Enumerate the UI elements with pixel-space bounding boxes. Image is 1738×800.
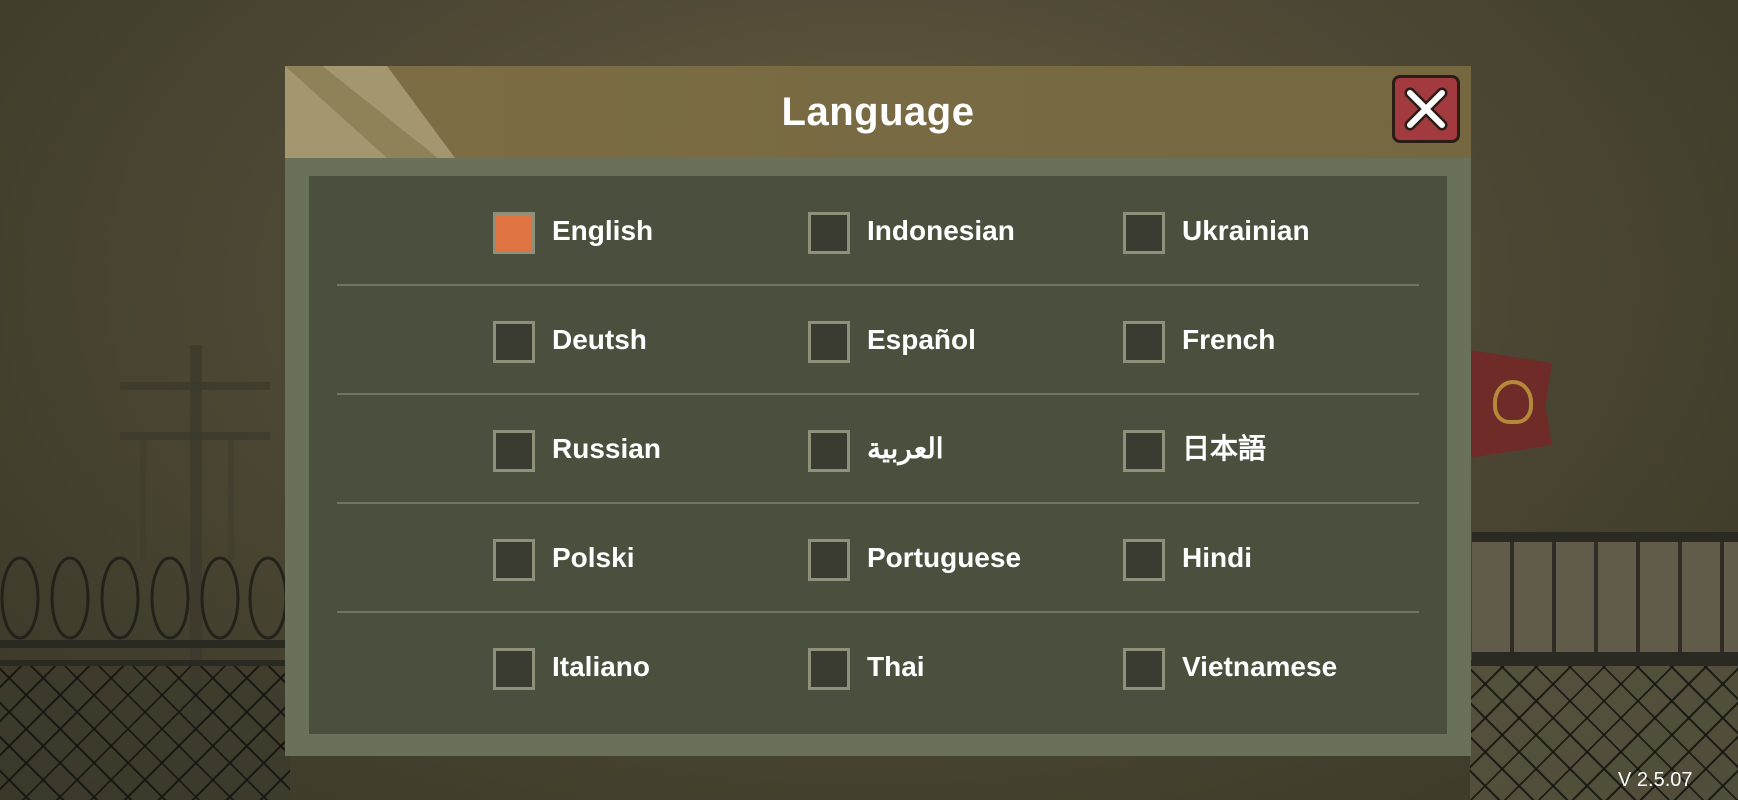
checkbox[interactable] bbox=[808, 648, 850, 690]
language-option[interactable]: 日本語 bbox=[1123, 394, 1423, 503]
language-dialog: Language English Indonesian Ukrainian Deuts… bbox=[285, 66, 1471, 756]
checkbox[interactable] bbox=[808, 212, 850, 254]
language-label: Polski bbox=[552, 542, 635, 573]
language-option[interactable]: Russian bbox=[493, 394, 793, 503]
checkbox[interactable] bbox=[493, 321, 535, 363]
wooden-wall-right bbox=[1472, 532, 1738, 662]
close-button[interactable] bbox=[1392, 75, 1460, 143]
banner-emblem-icon bbox=[1493, 380, 1533, 424]
language-label: Russian bbox=[552, 433, 661, 464]
language-label: Thai bbox=[867, 651, 925, 682]
checkbox[interactable] bbox=[1123, 539, 1165, 581]
dialog-body-frame: English Indonesian Ukrainian Deutsh Español F… bbox=[285, 158, 1471, 756]
language-label: Deutsh bbox=[552, 324, 647, 355]
language-option[interactable]: Deutsh bbox=[493, 285, 793, 394]
language-option[interactable]: Polski bbox=[493, 503, 793, 612]
dialog-header: Language bbox=[285, 66, 1471, 158]
language-row: Deutsh Español French bbox=[337, 285, 1419, 394]
language-label: Italiano bbox=[552, 651, 651, 682]
language-label: Vietnamese bbox=[1182, 651, 1338, 682]
language-label: العربية bbox=[867, 433, 944, 464]
dialog-title: Language bbox=[781, 90, 975, 134]
language-option[interactable]: Español bbox=[808, 285, 1108, 394]
checkbox[interactable] bbox=[1123, 430, 1165, 472]
language-option[interactable]: Italiano bbox=[493, 612, 793, 721]
checkbox[interactable] bbox=[1123, 212, 1165, 254]
checkbox[interactable] bbox=[493, 539, 535, 581]
checkbox[interactable] bbox=[808, 321, 850, 363]
game-screen: Language English Indonesian Ukrainian Deuts… bbox=[0, 0, 1738, 800]
language-row: Russian العربية 日本語 bbox=[337, 394, 1419, 503]
checkbox[interactable] bbox=[493, 648, 535, 690]
checkbox[interactable] bbox=[1123, 321, 1165, 363]
language-option[interactable]: العربية bbox=[808, 394, 1108, 503]
language-option[interactable]: Portuguese bbox=[808, 503, 1108, 612]
version-label: V 2.5.07 bbox=[1618, 769, 1693, 791]
language-option[interactable]: Ukrainian bbox=[1123, 176, 1423, 285]
close-x-icon bbox=[1404, 87, 1448, 131]
language-row: Italiano Thai Vietnamese bbox=[337, 612, 1419, 721]
checkbox[interactable] bbox=[493, 430, 535, 472]
checkbox[interactable] bbox=[808, 539, 850, 581]
language-option[interactable]: Thai bbox=[808, 612, 1108, 721]
language-list: English Indonesian Ukrainian Deutsh Español F… bbox=[309, 176, 1447, 734]
language-row: English Indonesian Ukrainian bbox=[337, 176, 1419, 285]
language-label: French bbox=[1182, 324, 1276, 355]
language-label: English bbox=[552, 215, 654, 246]
language-option[interactable]: French bbox=[1123, 285, 1423, 394]
language-label: 日本語 bbox=[1182, 433, 1267, 464]
language-label: Ukrainian bbox=[1182, 215, 1310, 246]
language-label: Portuguese bbox=[867, 542, 1022, 573]
checkbox[interactable] bbox=[1123, 648, 1165, 690]
language-option[interactable]: English bbox=[493, 176, 793, 285]
language-label: Indonesian bbox=[867, 215, 1015, 246]
chain-fence-left bbox=[0, 660, 290, 800]
language-option[interactable]: Hindi bbox=[1123, 503, 1423, 612]
language-row: Polski Portuguese Hindi bbox=[337, 503, 1419, 612]
checkbox-checked[interactable] bbox=[493, 212, 535, 254]
chain-fence-right bbox=[1470, 660, 1738, 800]
language-option[interactable]: Vietnamese bbox=[1123, 612, 1423, 721]
language-option[interactable]: Indonesian bbox=[808, 176, 1108, 285]
language-label: Español bbox=[867, 324, 976, 355]
language-label: Hindi bbox=[1182, 542, 1252, 573]
checkbox[interactable] bbox=[808, 430, 850, 472]
